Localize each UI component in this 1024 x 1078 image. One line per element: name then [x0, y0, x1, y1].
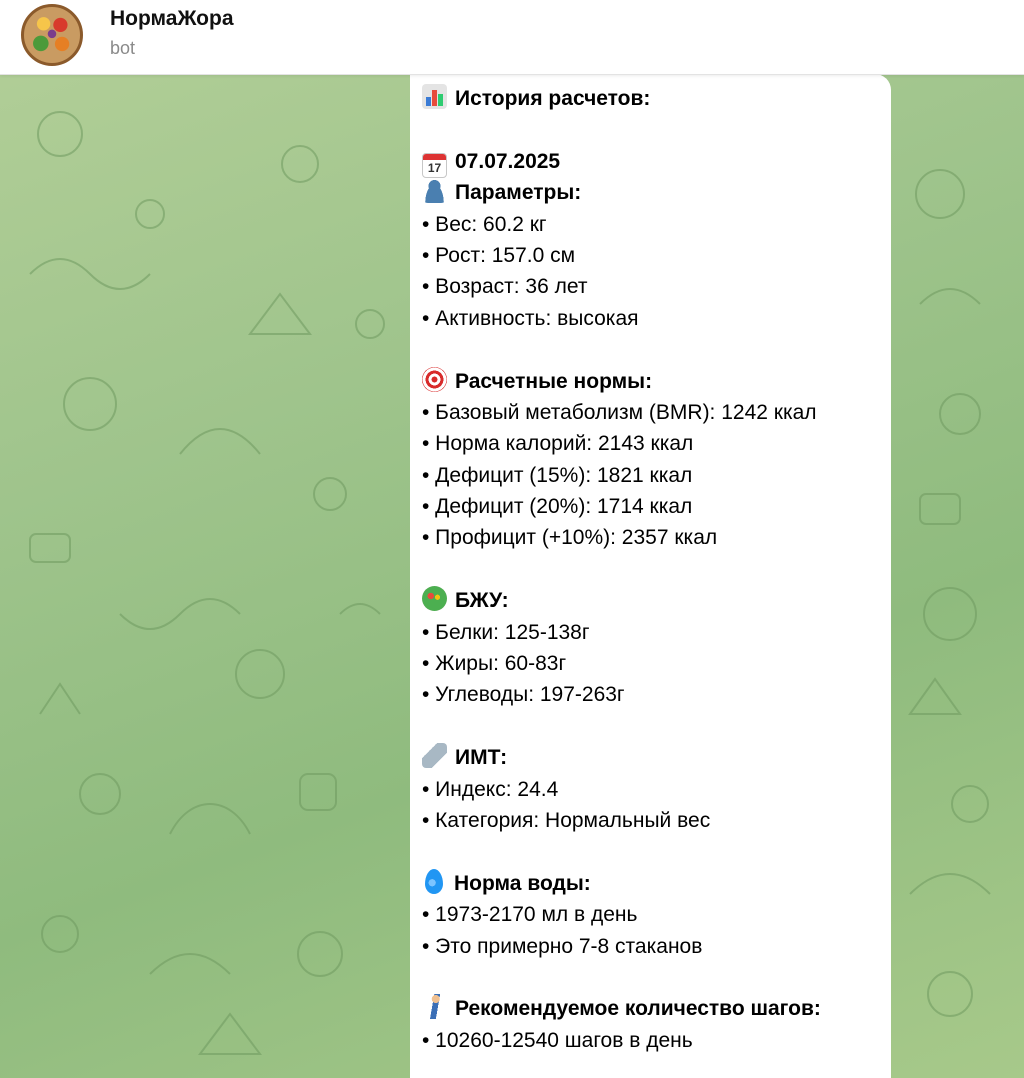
list-item: • Жиры: 60-83г	[422, 652, 567, 676]
bar-chart-icon	[422, 84, 447, 109]
list-item: • Категория: Нормальный вес	[422, 808, 711, 832]
norms-title: Расчетные нормы:	[455, 369, 653, 393]
person-icon	[422, 178, 447, 204]
salad-icon	[422, 586, 447, 612]
params-title: Параметры:	[455, 181, 582, 205]
list-item: • Возраст: 36 лет	[422, 275, 588, 299]
list-item: • Базовый метаболизм (BMR): 1242 ккал	[422, 400, 817, 424]
chat-subtitle: bot	[110, 38, 136, 58]
target-icon	[422, 366, 447, 392]
list-item: • Белки: 125-138г	[422, 620, 590, 644]
list-item: • 1973-2170 мл в день	[422, 903, 638, 927]
macros-title: БЖУ:	[455, 589, 509, 613]
ruler-icon	[422, 743, 447, 769]
list-item: • Это примерно 7-8 стаканов	[422, 934, 703, 958]
calc-date: 07.07.2025	[455, 149, 561, 173]
walking-person-icon	[422, 994, 447, 1020]
list-item: • Рост: 157.0 см	[422, 243, 576, 267]
list-item: • Активность: высокая	[422, 306, 639, 330]
list-item: • Вес: 60.2 кг	[422, 212, 547, 236]
list-item: • Дефицит (15%): 1821 ккал	[422, 463, 693, 487]
list-item: • Углеводы: 197-263г	[422, 683, 625, 707]
message-bubble[interactable]: История расчетов: 17 07.07.2025 Параметры…	[410, 74, 891, 1078]
list-item: • Индекс: 24.4	[422, 777, 559, 801]
water-title: Норма воды:	[454, 871, 591, 895]
bot-avatar[interactable]	[21, 4, 83, 66]
list-item: • Норма калорий: 2143 ккал	[422, 432, 694, 456]
list-item: • Профицит (+10%): 2357 ккал	[422, 526, 718, 550]
droplet-icon	[425, 868, 443, 894]
list-item: • Дефицит (20%): 1714 ккал	[422, 495, 693, 519]
steps-title: Рекомендуемое количество шагов:	[455, 997, 821, 1021]
list-item: • 10260-12540 шагов в день	[422, 1028, 693, 1052]
bmi-title: ИМТ:	[455, 746, 508, 770]
chat-title[interactable]: НормаЖора	[110, 7, 234, 31]
chat-header[interactable]: НормаЖора bot	[0, 0, 1024, 75]
calendar-icon: 17	[422, 152, 447, 178]
history-heading: История расчетов:	[455, 87, 651, 110]
